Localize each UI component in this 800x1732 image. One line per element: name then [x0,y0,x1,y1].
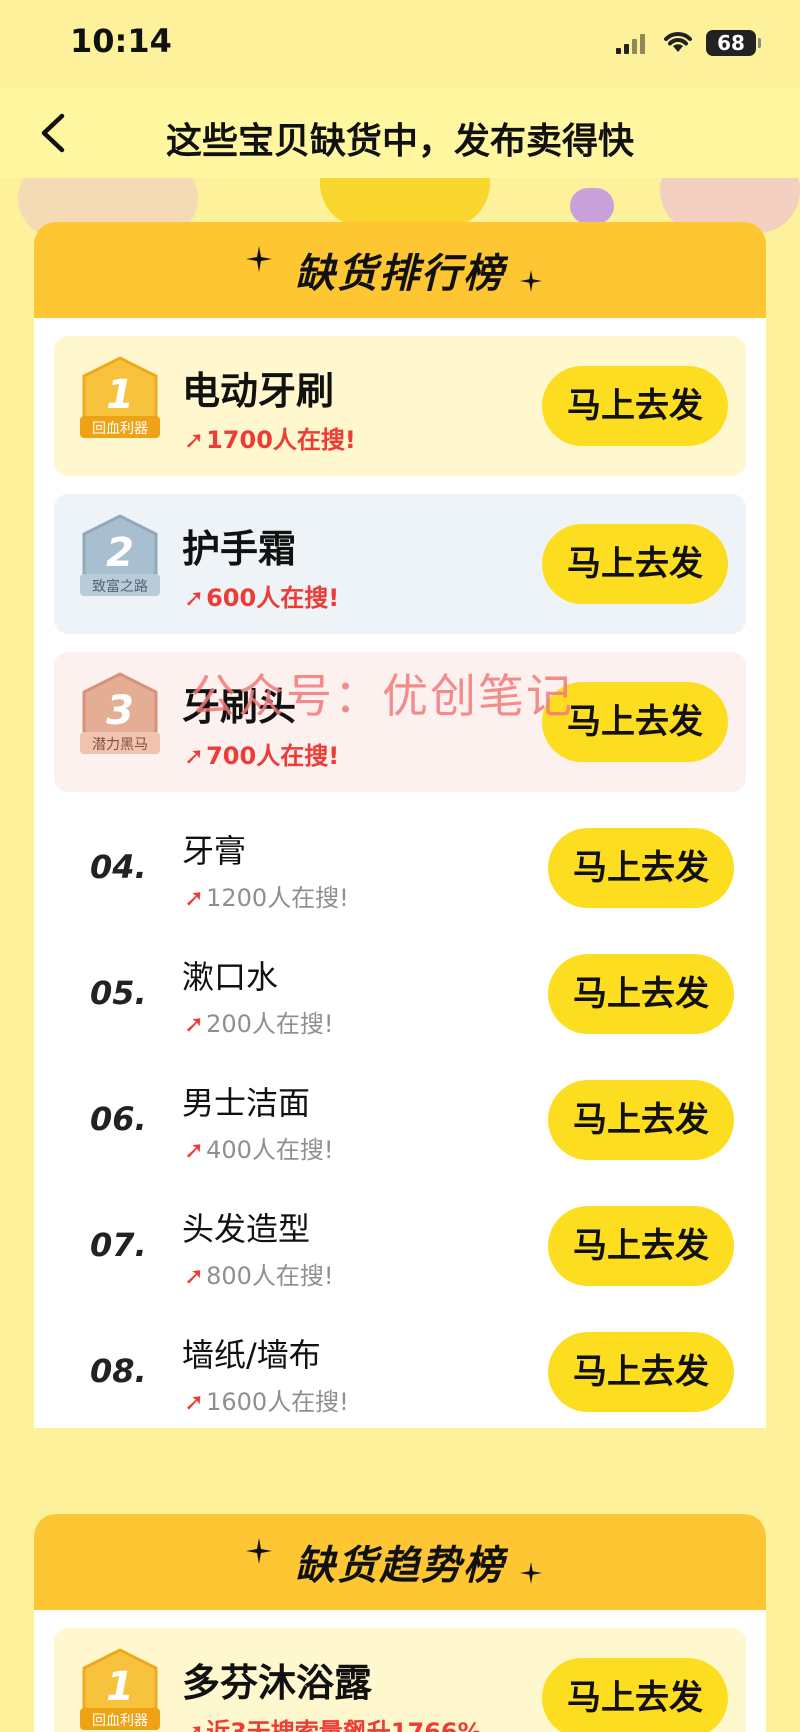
sparkle-icon [520,270,542,292]
trend-title: 缺货趋势榜 [295,1543,505,1589]
item-name: 牙刷头 [182,685,297,729]
search-count: ➚200人在搜! [184,1010,334,1038]
silver-medal-icon: 2 致富之路 [80,514,160,596]
ranking-top-item: 1 回血利器 电动牙刷 ➚1700人在搜! 马上去发 [54,336,746,476]
ranking-list-item: 04. 牙膏 ➚1200人在搜! 马上去发 [34,806,766,932]
item-name: 墙纸/墙布 [182,1336,321,1374]
svg-text:1: 1 [106,372,134,418]
ranking-list-item: 08. 墙纸/墙布 ➚1600人在搜! 马上去发 [34,1310,766,1428]
rank-number: 07. [90,1226,147,1264]
trend-up-icon: ➚ [184,1718,205,1732]
sparkle-icon [246,1538,272,1564]
gold-medal-icon: 1 回血利器 [80,1648,160,1730]
search-count: ➚1200人在搜! [184,884,349,912]
item-name: 男士洁面 [182,1084,311,1122]
rank-number: 06. [90,1100,147,1138]
sparkle-icon [246,246,272,272]
sparkle-icon [520,1562,542,1584]
item-name: 多芬沐浴露 [182,1661,373,1705]
item-name: 漱口水 [182,958,279,996]
trend-top-item: 1 回血利器 多芬沐浴露 ➚近3天搜索量飙升1766% 马上去发 [54,1628,746,1732]
page-title: 这些宝贝缺货中，发布卖得快 [165,121,634,162]
publish-button[interactable]: 马上去发 [548,954,734,1034]
svg-text:潜力黑马: 潜力黑马 [92,737,148,753]
item-name: 护手霜 [182,527,297,571]
ranking-list-item: 06. 男士洁面 ➚400人在搜! 马上去发 [34,1058,766,1184]
rank-number: 04. [90,848,147,886]
search-count: ➚400人在搜! [184,1136,334,1164]
signal-icon [616,32,648,54]
search-count: ➚600人在搜! [184,584,340,612]
wifi-icon [664,32,692,52]
item-name: 头发造型 [182,1210,311,1248]
ranking-list-item: 05. 漱口水 ➚200人在搜! 马上去发 [34,932,766,1058]
publish-button[interactable]: 马上去发 [548,1080,734,1160]
svg-text:回血利器: 回血利器 [92,421,148,437]
search-count: ➚1600人在搜! [184,1388,349,1416]
item-name: 牙膏 [182,832,247,870]
rank-number: 08. [90,1352,147,1390]
ranking-title: 缺货排行榜 [295,251,505,297]
shortage-trend-card: 缺货趋势榜 1 回血利器 多芬沐浴露 ➚近3天搜索量飙升1766% 马上去发 [34,1514,766,1732]
trend-up-icon: ➚ [184,1136,205,1164]
search-trend: ➚近3天搜索量飙升1766% [184,1712,482,1732]
status-bar: 10:14 68 [0,0,800,88]
battery-icon: 68 [706,30,761,56]
svg-text:2: 2 [106,530,134,576]
publish-button[interactable]: 马上去发 [542,1658,728,1732]
trend-up-icon: ➚ [184,742,205,770]
publish-button[interactable]: 马上去发 [548,1206,734,1286]
trend-up-icon: ➚ [184,1388,205,1416]
nav-bar: 这些宝贝缺货中，发布卖得快 [0,88,800,178]
svg-text:1: 1 [106,1664,134,1710]
ranking-header: 缺货排行榜 [34,222,766,318]
publish-button[interactable]: 马上去发 [548,828,734,908]
search-count: ➚700人在搜! [184,742,340,770]
trend-up-icon: ➚ [184,584,205,612]
svg-text:回血利器: 回血利器 [92,1713,148,1729]
rank-number: 05. [90,974,147,1012]
publish-button[interactable]: 马上去发 [542,682,728,762]
shortage-ranking-card: 缺货排行榜 1 回血利器 电动牙刷 ➚1700人在搜! 马上去发 2 致富之路 … [34,222,766,1428]
svg-text:致富之路: 致富之路 [92,578,148,595]
ranking-list-item: 07. 头发造型 ➚800人在搜! 马上去发 [34,1184,766,1310]
gold-medal-icon: 1 回血利器 [80,356,160,438]
item-name: 电动牙刷 [182,369,335,413]
publish-button[interactable]: 马上去发 [542,366,728,446]
search-count: ➚800人在搜! [184,1262,334,1290]
bronze-medal-icon: 3 潜力黑马 [80,672,160,754]
trend-header: 缺货趋势榜 [34,1514,766,1610]
search-count: ➚1700人在搜! [184,426,356,454]
trend-up-icon: ➚ [184,884,205,912]
ranking-top-item: 2 致富之路 护手霜 ➚600人在搜! 马上去发 [54,494,746,634]
publish-button[interactable]: 马上去发 [548,1332,734,1412]
trend-up-icon: ➚ [184,1010,205,1038]
svg-text:3: 3 [106,688,134,734]
trend-up-icon: ➚ [184,1262,205,1290]
publish-button[interactable]: 马上去发 [542,524,728,604]
ranking-top-item: 3 潜力黑马 牙刷头 ➚700人在搜! 马上去发 [54,652,746,792]
trend-up-icon: ➚ [184,426,205,454]
status-time: 10:14 [70,22,172,60]
